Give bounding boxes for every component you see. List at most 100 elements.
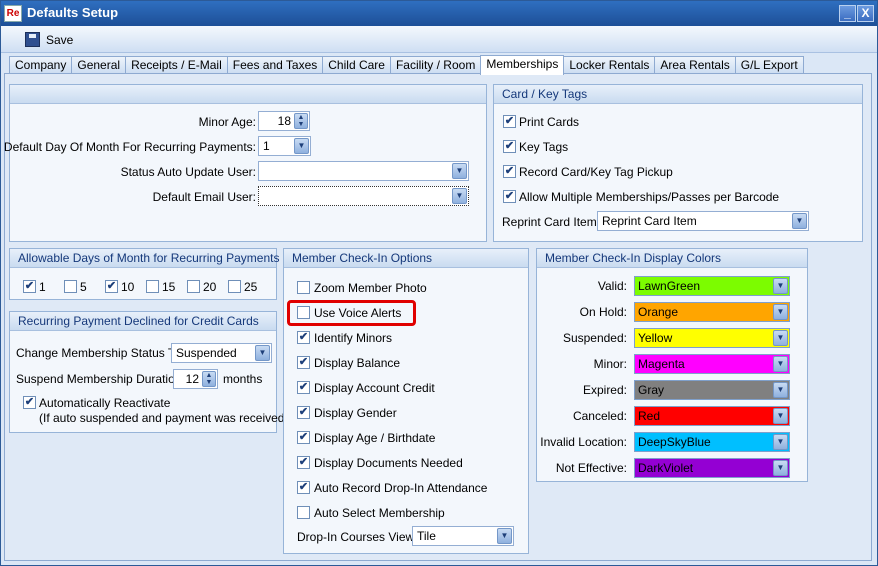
display-documents-label: Display Documents Needed <box>314 456 463 470</box>
allow-multiple-checkbox[interactable] <box>503 190 516 203</box>
minor-age-spinner[interactable]: 18 ▲ ▼ <box>258 111 310 131</box>
allowable-days-group: Allowable Days of Month for Recurring Pa… <box>9 248 279 300</box>
color-value-6: DeepSkyBlue <box>638 435 711 449</box>
color-value-1: Orange <box>638 305 679 319</box>
minimize-button[interactable]: _ <box>839 5 856 22</box>
color-label-1: On Hold: <box>579 305 627 319</box>
window-title: Defaults Setup <box>27 5 119 20</box>
auto-reactivate-checkbox[interactable] <box>23 396 36 409</box>
chevron-down-icon[interactable]: ▼ <box>773 434 788 450</box>
status-user-select[interactable]: ▼ <box>258 161 469 181</box>
color-value-2: Yellow <box>638 331 673 345</box>
color-select-2[interactable]: Yellow ▼ <box>634 328 790 348</box>
color-select-4[interactable]: Gray ▼ <box>634 380 790 400</box>
day-20-label: 20 <box>203 280 217 294</box>
payment-declined-title: Recurring Payment Declined for Credit Ca… <box>10 312 276 331</box>
color-value-0: LawnGreen <box>638 279 701 293</box>
color-value-7: DarkViolet <box>638 461 694 475</box>
change-status-select[interactable]: Suspended ▼ <box>171 343 272 363</box>
day-10-checkbox[interactable] <box>105 280 118 293</box>
chevron-down-icon[interactable]: ▼ <box>773 304 788 320</box>
day-5-checkbox[interactable] <box>64 280 77 293</box>
floppy-disk-icon <box>25 32 40 47</box>
color-select-7[interactable]: DarkViolet ▼ <box>634 458 790 478</box>
dropin-courses-view-label: Drop-In Courses View: <box>297 530 418 544</box>
zoom-photo-checkbox[interactable] <box>297 281 310 294</box>
auto-select-membership-checkbox[interactable] <box>297 506 310 519</box>
dropin-courses-view-select[interactable]: Tile ▼ <box>412 526 514 546</box>
chevron-down-icon[interactable]: ▼ <box>773 460 788 476</box>
color-select-5[interactable]: Red ▼ <box>634 406 790 426</box>
default-day-select[interactable]: 1 ▼ <box>258 136 311 156</box>
payment-declined-group: Recurring Payment Declined for Credit Ca… <box>9 311 288 433</box>
allow-multiple-label: Allow Multiple Memberships/Passes per Ba… <box>519 190 780 204</box>
chevron-down-icon[interactable]: ▼ <box>773 356 788 372</box>
day-25-checkbox[interactable] <box>228 280 241 293</box>
auto-select-membership-label: Auto Select Membership <box>314 506 445 520</box>
minor-age-label: Minor Age: <box>198 115 256 129</box>
auto-reactivate-note: (If auto suspended and payment was recei… <box>39 411 289 425</box>
default-day-label: Default Day Of Month For Recurring Payme… <box>3 140 256 154</box>
day-1-checkbox[interactable] <box>23 280 36 293</box>
record-pickup-checkbox[interactable] <box>503 165 516 178</box>
card-key-tags-group: Card / Key Tags Print Cards Key Tags Rec… <box>493 84 863 242</box>
color-label-5: Canceled: <box>572 409 627 423</box>
reprint-card-item-label: Reprint Card Item: <box>502 215 601 229</box>
color-label-6: Invalid Location: <box>540 435 627 449</box>
tab-memberships[interactable]: Memberships <box>480 55 565 75</box>
spin-arrows-icon[interactable]: ▲ ▼ <box>294 113 308 129</box>
color-label-4: Expired: <box>582 383 627 397</box>
general-settings-header <box>10 85 486 104</box>
color-select-6[interactable]: DeepSkyBlue ▼ <box>634 432 790 452</box>
chevron-down-icon[interactable]: ▼ <box>773 330 788 346</box>
color-label-2: Suspended: <box>562 331 627 345</box>
day-1-label: 1 <box>39 280 46 294</box>
title-bar: Re Defaults Setup _ X <box>1 1 877 26</box>
day-20-checkbox[interactable] <box>187 280 200 293</box>
key-tags-label: Key Tags <box>519 140 569 154</box>
display-balance-label: Display Balance <box>314 356 401 370</box>
print-cards-checkbox[interactable] <box>503 115 516 128</box>
display-balance-checkbox[interactable] <box>297 356 310 369</box>
display-gender-label: Display Gender <box>314 406 397 420</box>
auto-reactivate-label: Automatically Reactivate <box>39 396 171 410</box>
color-select-0[interactable]: LawnGreen ▼ <box>634 276 790 296</box>
color-select-1[interactable]: Orange ▼ <box>634 302 790 322</box>
suspend-duration-spinner[interactable]: 12 ▲ ▼ <box>173 369 218 389</box>
auto-record-dropin-label: Auto Record Drop-In Attendance <box>314 481 488 495</box>
spin-arrows-icon[interactable]: ▲ ▼ <box>202 371 216 387</box>
change-status-label: Change Membership Status To: <box>16 346 184 360</box>
chevron-down-icon[interactable]: ▼ <box>255 345 270 361</box>
chevron-down-icon[interactable]: ▼ <box>773 408 788 424</box>
chevron-down-icon[interactable]: ▼ <box>773 278 788 294</box>
color-select-3[interactable]: Magenta ▼ <box>634 354 790 374</box>
display-age-label: Display Age / Birthdate <box>314 431 436 445</box>
close-button[interactable]: X <box>857 5 874 22</box>
chevron-down-icon[interactable]: ▼ <box>452 163 467 179</box>
identify-minors-checkbox[interactable] <box>297 331 310 344</box>
chevron-down-icon[interactable]: ▼ <box>773 382 788 398</box>
display-age-checkbox[interactable] <box>297 431 310 444</box>
save-button[interactable]: Save <box>21 30 77 49</box>
day-15-checkbox[interactable] <box>146 280 159 293</box>
key-tags-checkbox[interactable] <box>503 140 516 153</box>
email-user-label: Default Email User: <box>152 190 256 204</box>
color-value-5: Red <box>638 409 661 423</box>
chevron-down-icon[interactable]: ▼ <box>452 188 467 204</box>
status-user-label: Status Auto Update User: <box>120 165 256 179</box>
reprint-card-item-select[interactable]: Reprint Card Item ▼ <box>597 211 809 231</box>
display-account-credit-checkbox[interactable] <box>297 381 310 394</box>
email-user-select[interactable]: ▼ <box>258 186 469 206</box>
chevron-down-icon[interactable]: ▼ <box>497 528 512 544</box>
color-label-7: Not Effective: <box>555 461 627 475</box>
auto-record-dropin-checkbox[interactable] <box>297 481 310 494</box>
months-label: months <box>223 372 263 386</box>
voice-alerts-highlight <box>287 300 416 326</box>
display-account-credit-label: Display Account Credit <box>314 381 435 395</box>
color-label-3: Minor: <box>593 357 627 371</box>
print-cards-label: Print Cards <box>519 115 580 129</box>
display-gender-checkbox[interactable] <box>297 406 310 419</box>
chevron-down-icon[interactable]: ▼ <box>792 213 807 229</box>
chevron-down-icon[interactable]: ▼ <box>294 138 309 154</box>
display-documents-checkbox[interactable] <box>297 456 310 469</box>
